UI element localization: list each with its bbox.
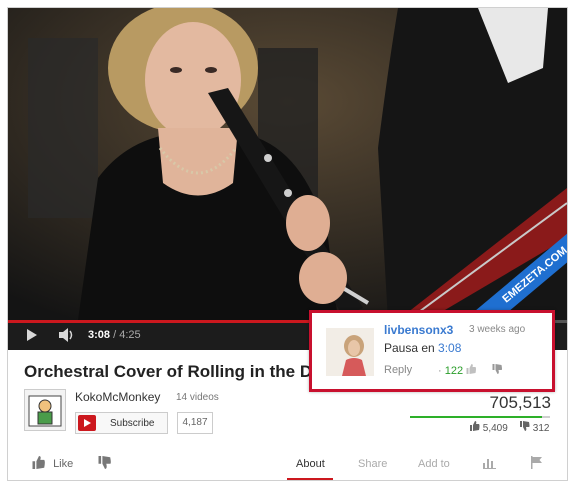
watermark-text: EMEZETA.COM <box>466 230 567 320</box>
volume-icon[interactable] <box>58 328 76 345</box>
subscribe-label: Subscribe <box>110 418 155 429</box>
video-count[interactable]: 14 videos <box>176 392 219 403</box>
channel-avatar[interactable] <box>24 389 66 431</box>
like-ratio-bar <box>410 416 550 418</box>
action-bar: Like About Share Add to <box>24 455 554 479</box>
thumbs-down-icon <box>520 421 530 431</box>
youtube-play-icon <box>78 415 96 431</box>
flag-icon[interactable] <box>531 456 543 472</box>
reply-button[interactable]: Reply <box>384 364 412 376</box>
comment-thumbs-down-icon[interactable] <box>492 364 503 374</box>
dislike-portion <box>542 416 550 418</box>
watermark: EMEZETA.COM <box>427 230 567 320</box>
commenter-avatar[interactable] <box>326 328 374 376</box>
dislike-button[interactable] <box>98 456 112 472</box>
subscribe-button[interactable]: Subscribe <box>75 412 168 434</box>
thumbs-up-icon <box>32 456 45 469</box>
video-title: Orchestral Cover of Rolling in the D <box>24 362 313 381</box>
comment-like-count: 122 <box>444 365 464 377</box>
comment-username[interactable]: livbensonx3 <box>384 323 453 337</box>
stats-icon[interactable] <box>483 457 496 472</box>
time-separator: / <box>110 329 120 341</box>
thumbs-down-icon <box>98 456 111 469</box>
highlighted-comment: livbensonx3 3 weeks ago Pausa en 3:08 Re… <box>309 310 555 392</box>
comment-time: 3 weeks ago <box>469 324 526 335</box>
comment-body: Pausa en <box>384 341 439 355</box>
duration: 4:25 <box>119 329 141 341</box>
like-count-value: 5,409 <box>482 423 508 434</box>
subscriber-count: 4,187 <box>177 412 213 434</box>
comment-likes: · 122 <box>438 364 503 377</box>
comment-timestamp-link[interactable]: 3:08 <box>438 341 461 355</box>
thumbs-up-icon <box>470 421 480 431</box>
like-count: 5,409 <box>470 421 508 434</box>
comment-like-dot: · <box>438 365 442 377</box>
comment-text: Pausa en 3:08 <box>384 341 461 355</box>
about-tab-underline <box>287 478 333 480</box>
comment-thumbs-up-icon[interactable] <box>466 364 477 374</box>
like-button[interactable]: Like <box>32 456 73 472</box>
time-display: 3:08 / 4:25 <box>88 329 141 341</box>
tab-about[interactable]: About <box>296 458 325 470</box>
like-label: Like <box>53 458 74 470</box>
dislike-count: 312 <box>520 421 549 434</box>
tab-share[interactable]: Share <box>358 458 387 470</box>
video-player[interactable]: EMEZETA.COM <box>8 8 567 320</box>
current-time: 3:08 <box>88 329 111 341</box>
play-icon[interactable] <box>26 329 38 344</box>
view-count: 705,513 <box>489 393 551 412</box>
dislike-count-value: 312 <box>532 423 550 434</box>
channel-name[interactable]: KokoMcMonkey <box>75 390 160 404</box>
tab-add-to[interactable]: Add to <box>418 458 450 470</box>
